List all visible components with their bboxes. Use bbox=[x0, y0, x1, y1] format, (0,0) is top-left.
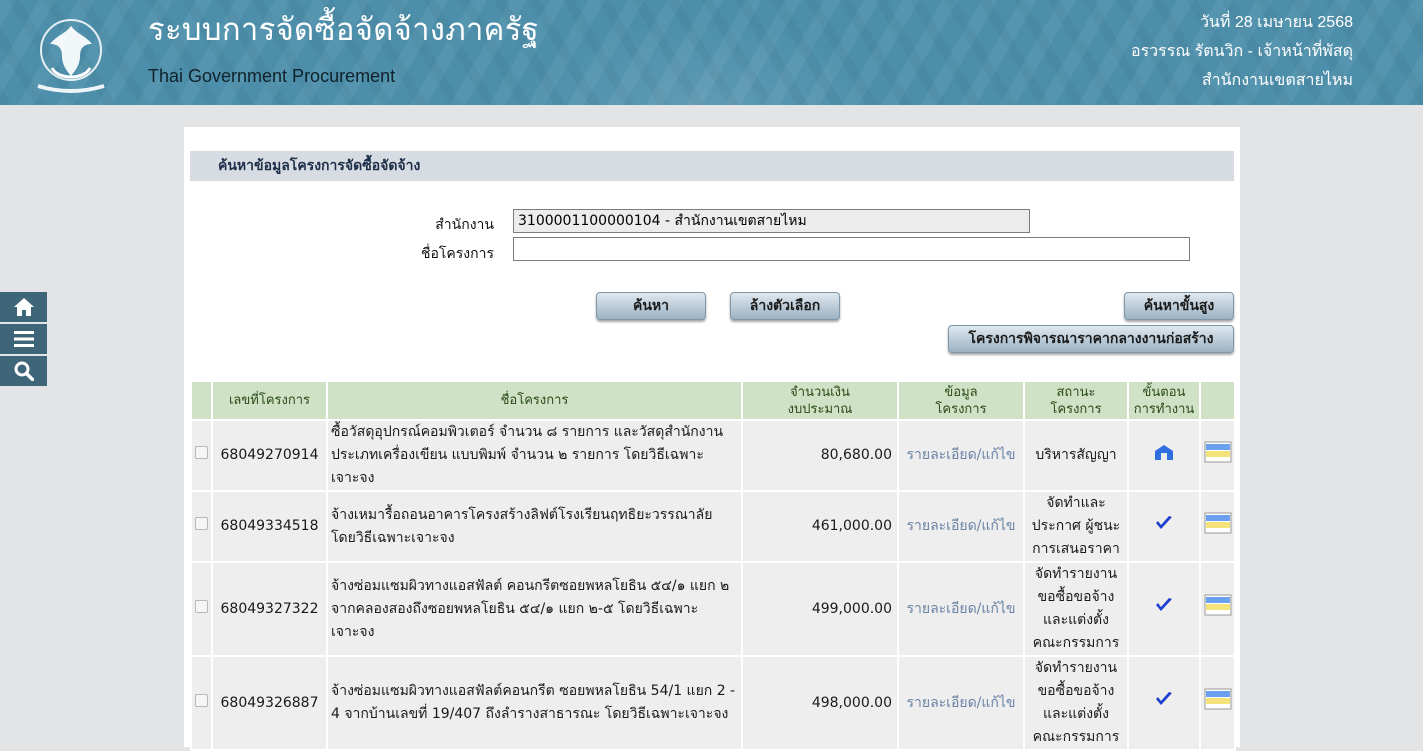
table-row: 68049327322 จ้างซ่อมแซมผิวทางแอสฟัลต์ คอ… bbox=[190, 561, 1236, 657]
project-number: 68049326887 bbox=[211, 655, 328, 751]
table-row: 68049270914 ซื้อวัสดุอุปกรณ์คอมพิวเตอร์ … bbox=[190, 419, 1236, 492]
project-name-input[interactable] bbox=[513, 237, 1190, 261]
row-checkbox[interactable] bbox=[195, 599, 208, 613]
project-number: 68049334518 bbox=[211, 490, 328, 563]
office-name: สำนักงานเขตสายไหม bbox=[1201, 72, 1353, 89]
contract-icon[interactable] bbox=[1153, 442, 1175, 462]
project-name: จ้างเหมารื้อถอนอาคารโครงสร้างลิฟต์โรงเรี… bbox=[326, 490, 743, 563]
col-header-step: ขั้นตอน การทำงาน bbox=[1127, 380, 1201, 421]
project-status: จัดทำและประกาศ ผู้ชนะการเสนอราคา bbox=[1023, 490, 1129, 563]
section-title: ค้นหาข้อมูลโครงการจัดซื้อจัดจ้าง bbox=[190, 151, 1234, 181]
menu-icon bbox=[13, 331, 34, 347]
table-row: 68049334518 จ้างเหมารื้อถอนอาคารโครงสร้า… bbox=[190, 490, 1236, 563]
construction-median-price-button[interactable]: โครงการพิจารณาราคากลางงานก่อสร้าง bbox=[948, 325, 1234, 353]
home-button[interactable] bbox=[0, 292, 47, 322]
document-edit-icon[interactable] bbox=[1204, 441, 1232, 463]
clear-filter-button[interactable]: ล้างตัวเลือก bbox=[730, 292, 840, 320]
menu-button[interactable] bbox=[0, 324, 47, 354]
project-number: 68049327322 bbox=[211, 561, 328, 657]
project-name: จ้างซ่อมแซมผิวทางแอสฟัลต์ คอนกรีตซอยพหลโ… bbox=[326, 561, 743, 657]
row-checkbox[interactable] bbox=[195, 517, 208, 530]
site-header: ระบบการจัดซื้อจัดจ้างภาครัฐ Thai Governm… bbox=[0, 0, 1423, 105]
site-title: ระบบการจัดซื้อจัดจ้างภาครัฐ bbox=[148, 12, 540, 47]
user-name: อรวรรณ รัตนวิก - เจ้าหน้าที่พัสดุ bbox=[1130, 43, 1353, 60]
table-row: 68049326887 จ้างซ่อมแซมผิวทางแอสฟัลต์คอน… bbox=[190, 655, 1236, 751]
user-info: วันที่ 28 เมษายน 2568 อรวรรณ รัตนวิก - เ… bbox=[1131, 8, 1353, 95]
project-name: ซื้อวัสดุอุปกรณ์คอมพิวเตอร์ จำนวน ๘ รายก… bbox=[326, 419, 743, 492]
detail-edit-link[interactable]: รายละเอียด/แก้ไข bbox=[897, 561, 1025, 657]
project-name-label: ชื่อโครงการ bbox=[420, 246, 494, 262]
search-panel: ค้นหาข้อมูลโครงการจัดซื้อจัดจ้าง สำนักงา… bbox=[184, 127, 1240, 751]
project-status: จัดทำรายงานขอซื้อขอจ้างและแต่งตั้งคณะกรร… bbox=[1023, 561, 1129, 657]
project-status: จัดทำรายงานขอซื้อขอจ้างและแต่งตั้งคณะกรร… bbox=[1023, 655, 1129, 751]
office-label: สำนักงาน bbox=[435, 217, 494, 233]
side-nav bbox=[0, 292, 47, 388]
table-header-row: เลขที่โครงการ ชื่อโครงการ จำนวนเงิน งบประ… bbox=[190, 380, 1236, 421]
budget-amount: 80,680.00 bbox=[741, 419, 899, 492]
project-number: 68049270914 bbox=[211, 419, 328, 492]
row-checkbox[interactable] bbox=[195, 446, 208, 459]
budget-amount: 498,000.00 bbox=[741, 655, 899, 751]
detail-edit-link[interactable]: รายละเอียด/แก้ไข bbox=[897, 655, 1025, 751]
check-icon[interactable] bbox=[1154, 690, 1174, 708]
search-icon bbox=[14, 361, 34, 381]
document-edit-icon[interactable] bbox=[1204, 594, 1232, 616]
detail-edit-link[interactable]: รายละเอียด/แก้ไข bbox=[897, 419, 1025, 492]
budget-amount: 461,000.00 bbox=[741, 490, 899, 563]
check-icon[interactable] bbox=[1154, 514, 1174, 532]
advanced-search-button[interactable]: ค้นหาขั้นสูง bbox=[1124, 292, 1234, 320]
row-checkbox[interactable] bbox=[195, 693, 208, 707]
check-icon[interactable] bbox=[1154, 596, 1174, 614]
search-submit-button[interactable]: ค้นหา bbox=[596, 292, 706, 320]
col-header-action bbox=[1199, 380, 1236, 421]
col-header-status: สถานะ โครงการ bbox=[1023, 380, 1129, 421]
col-header-project-no: เลขที่โครงการ bbox=[211, 380, 328, 421]
document-edit-icon[interactable] bbox=[1204, 688, 1232, 710]
col-header-select bbox=[190, 380, 213, 421]
project-table: เลขที่โครงการ ชื่อโครงการ จำนวนเงิน งบประ… bbox=[190, 380, 1236, 751]
home-icon bbox=[13, 298, 34, 316]
garuda-emblem-icon bbox=[37, 19, 105, 93]
project-name: จ้างซ่อมแซมผิวทางแอสฟัลต์คอนกรีต ซอยพหลโ… bbox=[326, 655, 743, 751]
search-button[interactable] bbox=[0, 356, 47, 386]
site-subtitle: Thai Government Procurement bbox=[148, 66, 396, 86]
budget-amount: 499,000.00 bbox=[741, 561, 899, 657]
office-field[interactable] bbox=[513, 209, 1030, 233]
col-header-project-name: ชื่อโครงการ bbox=[326, 380, 743, 421]
current-date: วันที่ 28 เมษายน 2568 bbox=[1199, 14, 1353, 31]
project-status: บริหารสัญญา bbox=[1023, 419, 1129, 492]
document-edit-icon[interactable] bbox=[1204, 512, 1232, 534]
detail-edit-link[interactable]: รายละเอียด/แก้ไข bbox=[897, 490, 1025, 563]
col-header-budget: จำนวนเงิน งบประมาณ bbox=[741, 380, 899, 421]
col-header-info: ข้อมูล โครงการ bbox=[897, 380, 1025, 421]
